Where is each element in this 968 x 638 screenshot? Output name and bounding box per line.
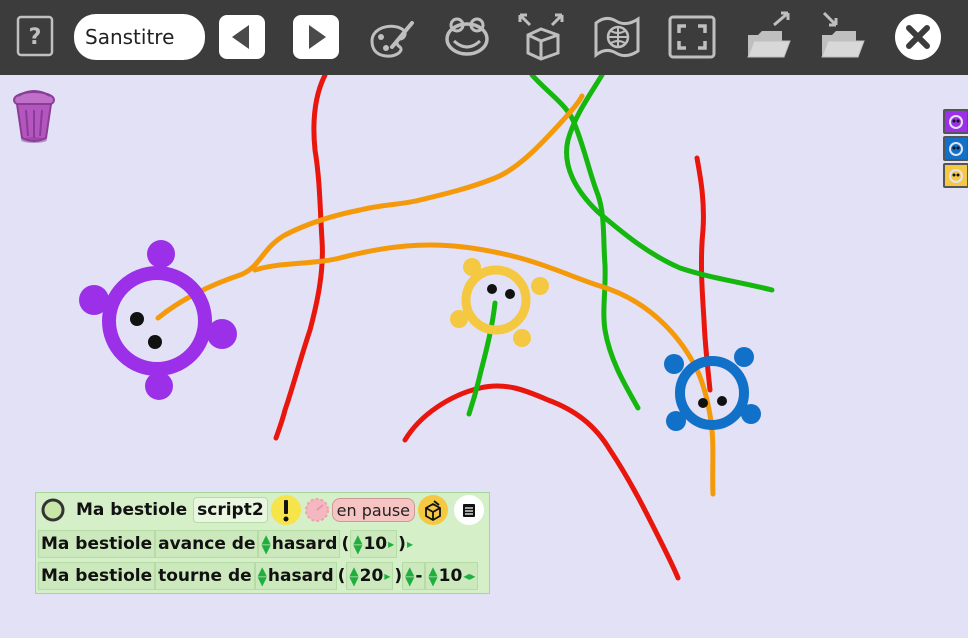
- previous-icon: [219, 15, 265, 59]
- green-trail-2: [564, 75, 775, 293]
- sprite-name-label: Ma bestiole: [76, 500, 188, 520]
- line-verb-label: tourne de: [158, 566, 252, 586]
- box-icon: [425, 500, 441, 522]
- line-subject[interactable]: Ma bestiole: [38, 530, 156, 558]
- frog-icon: [445, 17, 489, 56]
- title-input[interactable]: Sanstitre: [74, 14, 205, 60]
- script-line-1[interactable]: Ma bestiole avance de ▲ ▼ hasard ( ▲ ▼ 10 …: [38, 529, 413, 559]
- operator-label: -: [415, 566, 423, 586]
- value-stepper[interactable]: ▲ ▼ 20 ▸: [346, 562, 394, 590]
- line-subject-label: Ma bestiole: [41, 566, 153, 586]
- fullscreen-icon: [668, 15, 716, 59]
- function-label: hasard: [271, 534, 338, 554]
- function-selector[interactable]: ▲ ▼ hasard: [258, 530, 341, 558]
- thumbnail-purple[interactable]: [943, 109, 968, 134]
- clock-icon: [304, 498, 329, 522]
- script-name-field[interactable]: script2: [193, 497, 268, 523]
- thumbnail-blue[interactable]: [943, 136, 968, 161]
- spinner-icon: ▲ ▼: [261, 532, 271, 556]
- creature-icon: [949, 114, 963, 129]
- sprite-box-button[interactable]: [418, 495, 449, 525]
- value-label: 10: [363, 534, 388, 554]
- value-stepper-2[interactable]: ▲ ▼ 10 ◂▸: [425, 562, 479, 590]
- menu-icon: [463, 504, 476, 517]
- network-share-icon: [518, 13, 564, 61]
- import-button[interactable]: [818, 11, 868, 63]
- close-paren: ): [394, 566, 403, 586]
- chevron-right-icon: ▸: [388, 537, 395, 551]
- close-button[interactable]: [893, 11, 943, 63]
- next-icon: [293, 15, 339, 59]
- help-icon: ?: [16, 15, 54, 57]
- export-button[interactable]: [744, 11, 794, 63]
- creature-icon: [949, 168, 963, 183]
- script-header: Ma bestiole script2 en pause: [38, 495, 485, 525]
- fullscreen-button[interactable]: [667, 11, 717, 63]
- share-button[interactable]: [516, 11, 566, 63]
- spinner-icon: ▲ ▼: [353, 532, 363, 556]
- line-verb-label: avance de: [158, 534, 256, 554]
- script-block[interactable]: Ma bestiole script2 en pause Ma bestiole…: [35, 492, 490, 594]
- script-name-value: script2: [197, 500, 264, 520]
- sprite-thumbnails: [943, 109, 968, 190]
- function-label: hasard: [267, 566, 334, 586]
- line-subject-label: Ma bestiole: [41, 534, 153, 554]
- paint-icon: [370, 21, 414, 58]
- spinner-icon: ▲ ▼: [349, 564, 359, 588]
- red-trail-1: [273, 75, 328, 441]
- line-verb[interactable]: tourne de: [155, 562, 255, 590]
- line-subject[interactable]: Ma bestiole: [38, 562, 156, 590]
- circle-icon: [41, 498, 65, 522]
- yellow-creature[interactable]: [450, 258, 549, 347]
- chevron-right-icon: ▸: [384, 569, 391, 583]
- chevron-right-icon[interactable]: ▸: [407, 537, 413, 551]
- paint-button[interactable]: [366, 11, 416, 63]
- import-icon: [821, 11, 865, 58]
- line-verb[interactable]: avance de: [155, 530, 259, 558]
- journal-icon: [594, 16, 640, 59]
- trash-button[interactable]: [12, 88, 58, 144]
- value-label: 20: [359, 566, 384, 586]
- status-pill[interactable]: en pause: [331, 498, 416, 522]
- title-value: Sanstitre: [85, 25, 175, 49]
- help-label: ?: [29, 25, 42, 50]
- journal-button[interactable]: [592, 11, 642, 63]
- status-label: en pause: [336, 500, 411, 520]
- spinner-icon: ▲ ▼: [257, 564, 267, 588]
- next-button[interactable]: [292, 14, 340, 60]
- previous-button[interactable]: [218, 14, 266, 60]
- spinner-icon: ▲ ▼: [405, 564, 415, 588]
- run-toggle-button[interactable]: [38, 495, 68, 525]
- help-button[interactable]: ?: [14, 14, 56, 60]
- open-paren: (: [337, 566, 346, 586]
- thumbnail-yellow[interactable]: [943, 163, 968, 188]
- close-paren: ): [398, 534, 406, 554]
- open-paren: (: [341, 534, 350, 554]
- creature-icon: [949, 141, 963, 156]
- orange-trail-2: [252, 242, 716, 497]
- exclamation-icon: [283, 500, 289, 522]
- value-stepper[interactable]: ▲ ▼ 10 ▸: [350, 530, 398, 558]
- trash-icon: [13, 90, 55, 143]
- toolbar: ? Sanstitre: [0, 0, 968, 75]
- alert-button[interactable]: [270, 495, 301, 525]
- chevron-right-icon: ◂▸: [463, 569, 476, 583]
- green-trail-1: [529, 75, 641, 411]
- clock-button[interactable]: [302, 495, 332, 525]
- operator-selector[interactable]: ▲ ▼ -: [402, 562, 426, 590]
- function-selector[interactable]: ▲ ▼ hasard: [254, 562, 337, 590]
- spinner-icon: ▲ ▼: [428, 564, 438, 588]
- activity-button[interactable]: [442, 11, 492, 63]
- export-icon: [747, 11, 791, 58]
- script-line-2[interactable]: Ma bestiole tourne de ▲ ▼ hasard ( ▲ ▼ 20 …: [38, 561, 479, 591]
- value-label: 10: [438, 566, 463, 586]
- menu-button[interactable]: [454, 495, 485, 525]
- close-icon: [895, 14, 941, 60]
